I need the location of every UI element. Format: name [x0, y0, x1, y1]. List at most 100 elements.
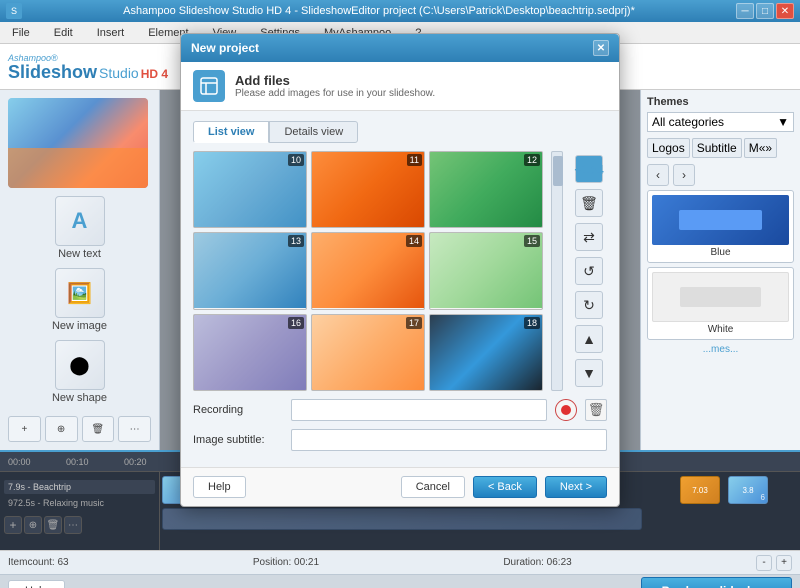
theme-blue[interactable]: Blue — [647, 190, 794, 263]
swap-button[interactable]: ⇄ — [575, 223, 603, 251]
new-project-dialog: New project ✕ Add fi — [180, 33, 620, 507]
image-item-11[interactable]: 11 30248994 — [311, 151, 425, 228]
produce-slideshow-button[interactable]: Produce slideshow — [641, 577, 792, 588]
themes-dropdown[interactable]: All categories ▼ — [647, 112, 794, 132]
image-grid-container: 10 23558726 11 30248994 — [193, 151, 607, 391]
maximize-button[interactable]: □ — [756, 3, 774, 19]
new-text-label: New text — [58, 248, 101, 260]
theme-white-preview — [652, 272, 789, 322]
recording-delete-button[interactable]: 🗑 — [585, 399, 607, 421]
dialog-header-title: Add files — [235, 73, 435, 88]
panel-add-btn[interactable]: + — [8, 416, 41, 442]
image-item-12[interactable]: 12 30263212 — [429, 151, 543, 228]
position: Position: 00:21 — [253, 557, 319, 568]
app-icon: S — [6, 3, 22, 19]
window-title: Ashampoo Slideshow Studio HD 4 - Slidesh… — [22, 5, 736, 17]
rotate-cw-button[interactable]: ↻ — [575, 291, 603, 319]
new-image-tool[interactable]: 🖼️ New image — [8, 268, 151, 332]
image-badge-15: 15 — [524, 235, 540, 247]
add-files-button[interactable]: +194 — [575, 155, 603, 183]
timeline-audio-clip[interactable] — [162, 508, 642, 530]
image-item-13[interactable]: 13 52282200_M — [193, 232, 307, 309]
grid-scrollbar[interactable] — [551, 151, 563, 391]
bottom-bar: Help Produce slideshow — [0, 574, 800, 588]
recording-row: Recording 🗑 — [193, 399, 607, 421]
image-item-15[interactable]: 15 _26104816 — [429, 232, 543, 309]
zoom-out-button[interactable]: - — [756, 555, 772, 571]
timeline-left: 7.9s - Beachtrip 972.5s - Relaxing music… — [0, 472, 160, 550]
image-item-17[interactable]: 17 Moscow — [311, 314, 425, 391]
image-name-15: _26104816 — [430, 308, 542, 309]
themes-prev-button[interactable]: ‹ — [647, 164, 669, 186]
theme-white-label: White — [708, 324, 734, 335]
subtitle-input[interactable] — [291, 429, 607, 451]
image-item-10[interactable]: 10 23558726 — [193, 151, 307, 228]
more-themes-link[interactable]: ...mes... — [647, 344, 794, 355]
timeline-clip-r1[interactable]: 7.03 — [680, 476, 720, 504]
move-up-button[interactable]: ▲ — [575, 325, 603, 353]
image-item-18[interactable]: 18 NewYork — [429, 314, 543, 391]
image-item-14[interactable]: 14 _19846968 — [311, 232, 425, 309]
panel-copy-btn[interactable]: ⊕ — [45, 416, 78, 442]
left-panel: A New text 🖼️ New image ⬤ New shape + ⊕ … — [0, 90, 160, 450]
record-button[interactable] — [555, 399, 577, 421]
new-shape-icon[interactable]: ⬤ — [55, 340, 105, 390]
new-image-icon[interactable]: 🖼️ — [55, 268, 105, 318]
tab-subtitle[interactable]: Subtitle — [692, 138, 742, 158]
timeline-add-btn[interactable]: + — [4, 516, 22, 534]
minimize-button[interactable]: ─ — [736, 3, 754, 19]
dialog-footer: Help Cancel < Back Next > — [181, 467, 619, 506]
next-button[interactable]: Next > — [545, 476, 607, 498]
delete-file-button[interactable]: 🗑 — [575, 189, 603, 217]
subtitle-label: Image subtitle: — [193, 434, 283, 446]
tab-logos[interactable]: Logos — [647, 138, 690, 158]
dialog-close-button[interactable]: ✕ — [593, 40, 609, 56]
title-bar: S Ashampoo Slideshow Studio HD 4 - Slide… — [0, 0, 800, 22]
timeline-copy-btn[interactable]: ⊕ — [24, 516, 42, 534]
themes-next-button[interactable]: › — [673, 164, 695, 186]
new-shape-tool[interactable]: ⬤ New shape — [8, 340, 151, 404]
dialog-header: Add files Please add images for use in y… — [181, 62, 619, 111]
image-name-17: Moscow — [312, 390, 424, 391]
menu-insert[interactable]: Insert — [93, 25, 129, 41]
image-name-12: 30263212 — [430, 227, 542, 228]
tab-list-view[interactable]: List view — [193, 121, 269, 143]
logo-slideshow: Slideshow — [8, 63, 97, 81]
timeline-clip-r2[interactable]: 3.8 6 — [728, 476, 768, 504]
status-bar: Itemcount: 63 Position: 00:21 Duration: … — [0, 550, 800, 574]
tab-details-view[interactable]: Details view — [269, 121, 358, 143]
center-content: New project ✕ Add fi — [160, 90, 640, 450]
tab-m[interactable]: M«» — [744, 138, 777, 158]
timeline-label-audio: 972.5s - Relaxing music — [4, 496, 155, 510]
rotate-ccw-button[interactable]: ↺ — [575, 257, 603, 285]
move-down-button[interactable]: ▼ — [575, 359, 603, 387]
image-grid: 10 23558726 11 30248994 — [193, 151, 543, 391]
image-name-11: 30248994 — [312, 227, 424, 228]
image-badge-13: 13 — [288, 235, 304, 247]
grid-side-controls: +194 🗑 ⇄ ↺ ↻ ▲ ▼ — [571, 151, 607, 391]
close-button[interactable]: ✕ — [776, 3, 794, 19]
image-badge-10: 10 — [288, 154, 304, 166]
back-button[interactable]: < Back — [473, 476, 537, 498]
image-name-10: 23558726 — [194, 227, 306, 228]
image-item-16[interactable]: 16 l_16613215 — [193, 314, 307, 391]
panel-del-btn[interactable]: 🗑 — [82, 416, 115, 442]
grid-scrollbar-thumb[interactable] — [553, 156, 563, 186]
timeline-del-btn[interactable]: 🗑 — [44, 516, 62, 534]
recording-input[interactable] — [291, 399, 547, 421]
new-text-tool[interactable]: A New text — [8, 196, 151, 260]
image-badge-14: 14 — [406, 235, 422, 247]
new-text-icon[interactable]: A — [55, 196, 105, 246]
logo-ashampoo: Ashampoo® — [8, 53, 168, 63]
help-button[interactable]: Help — [8, 580, 65, 588]
theme-white[interactable]: White — [647, 267, 794, 340]
dialog-help-button[interactable]: Help — [193, 476, 246, 498]
timeline-more-btn[interactable]: ⋯ — [64, 516, 82, 534]
right-panel: Themes All categories ▼ Logos Subtitle M… — [640, 90, 800, 450]
panel-more-btn[interactable]: ⋯ — [118, 416, 151, 442]
menu-edit[interactable]: Edit — [50, 25, 77, 41]
zoom-in-button[interactable]: + — [776, 555, 792, 571]
menu-file[interactable]: File — [8, 25, 34, 41]
subtitle-row: Image subtitle: — [193, 429, 607, 451]
cancel-button[interactable]: Cancel — [401, 476, 465, 498]
